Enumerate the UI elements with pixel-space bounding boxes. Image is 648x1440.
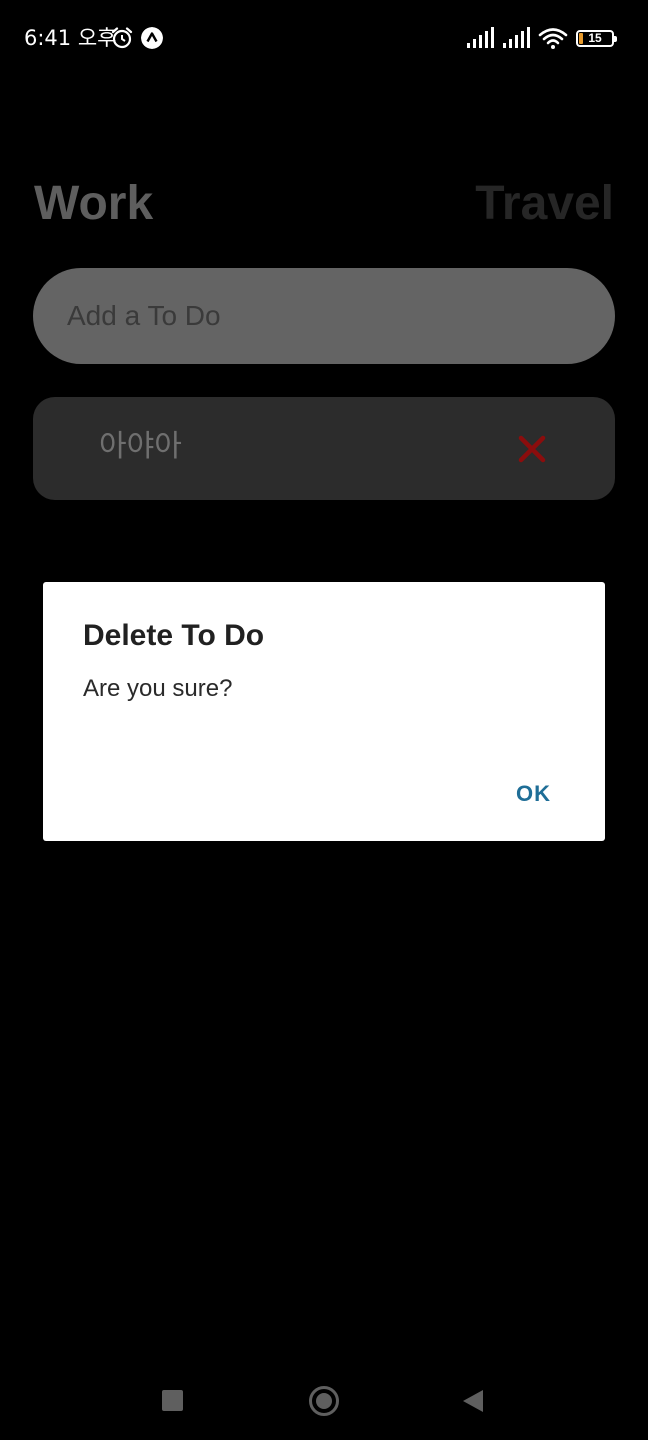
tab-travel[interactable]: Travel (475, 172, 614, 236)
wifi-icon (538, 28, 568, 49)
header-tabs: Work Travel (34, 172, 614, 236)
status-icons: 15 (466, 26, 620, 50)
todo-item: 아야아 (33, 397, 615, 500)
app-notification-icon (141, 27, 163, 49)
status-time: 6:41 오후 (24, 26, 117, 50)
navigation-bar (0, 1370, 648, 1440)
battery-icon: 15 (576, 30, 617, 47)
todo-input[interactable] (33, 268, 615, 364)
battery-level: 15 (588, 31, 602, 45)
app-screen: 6:41 오후 15 Work Travel Add a To Do 아야아 D… (0, 0, 648, 1440)
signal-icon (503, 27, 530, 48)
close-icon[interactable] (517, 434, 547, 464)
signal-icon (467, 27, 494, 48)
alarm-icon (111, 27, 133, 49)
ok-button[interactable]: OK (516, 780, 551, 808)
recents-icon[interactable] (162, 1390, 183, 1411)
todo-text: 아야아 (99, 429, 182, 464)
delete-dialog: Delete To Do Are you sure? OK (43, 582, 605, 841)
status-bar: 6:41 오후 15 (0, 0, 648, 76)
tab-work[interactable]: Work (34, 172, 153, 236)
dialog-title: Delete To Do (83, 619, 265, 652)
home-icon[interactable] (309, 1386, 339, 1416)
back-icon[interactable] (462, 1389, 484, 1413)
dialog-message: Are you sure? (83, 675, 233, 702)
